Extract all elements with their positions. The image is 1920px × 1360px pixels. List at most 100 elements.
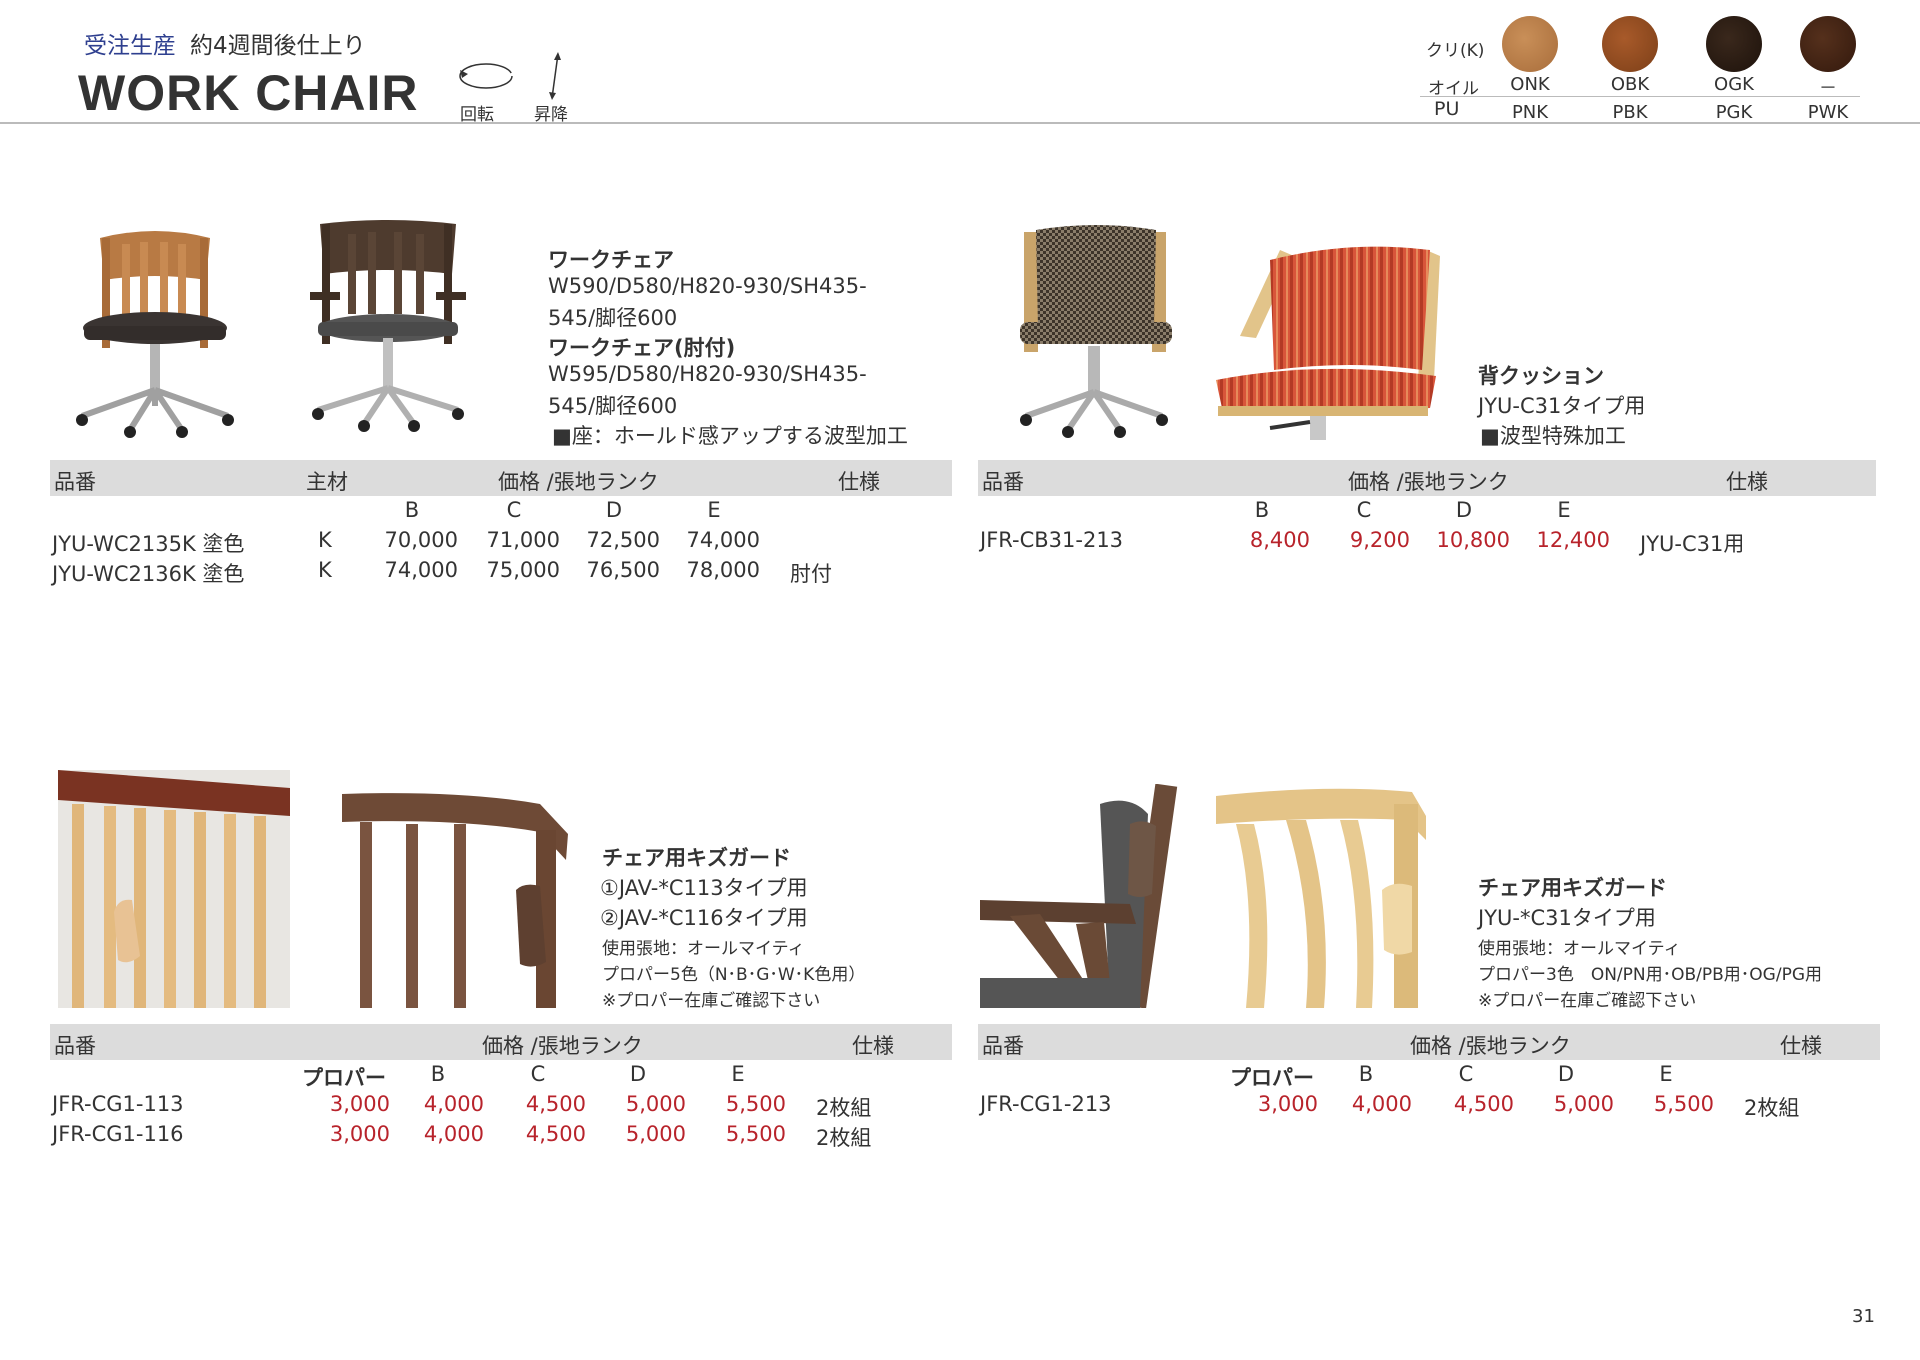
material: K bbox=[318, 528, 332, 552]
spec: 2枚組 bbox=[1744, 1096, 1800, 1120]
rank-b: B bbox=[404, 498, 420, 522]
price-d: 5,000 bbox=[1553, 1092, 1614, 1116]
page-number: 31 bbox=[1852, 1306, 1875, 1327]
finish-pu-label: PU bbox=[1434, 98, 1460, 120]
rank-d: D bbox=[1557, 1062, 1575, 1086]
price-e: 5,500 bbox=[725, 1092, 786, 1116]
col-price-header: 価格 /張地ランク bbox=[1410, 1034, 1571, 1058]
kids-guard-1-photo bbox=[58, 770, 290, 1008]
kids-guard-2-type: JYU-*C31タイプ用 bbox=[1478, 906, 1656, 930]
finish-swatch-ogk bbox=[1706, 16, 1762, 72]
col-spec-header: 仕様 bbox=[1726, 470, 1768, 494]
price-c: 71,000 bbox=[486, 528, 560, 552]
finish-pu-code: PBK bbox=[1612, 102, 1648, 123]
rank-d: D bbox=[629, 1062, 647, 1086]
kids-guard-2-note: ※プロパー在庫ご確認下さい bbox=[1478, 991, 1697, 1011]
rank-e: E bbox=[1659, 1062, 1673, 1086]
rank-b: B bbox=[430, 1062, 446, 1086]
rank-b: B bbox=[1254, 498, 1270, 522]
spec: JYU-C31用 bbox=[1640, 532, 1745, 556]
rotate-icon bbox=[459, 63, 513, 89]
spec: 2枚組 bbox=[816, 1126, 872, 1150]
work-chair-dims-2: 545/脚径600 bbox=[548, 306, 678, 330]
rank-d: D bbox=[1455, 498, 1473, 522]
col-material-header: 主材 bbox=[306, 470, 348, 494]
spec: 2枚組 bbox=[816, 1096, 872, 1120]
finish-oil-code: ONK bbox=[1510, 74, 1550, 95]
page-title: WORK CHAIR bbox=[78, 65, 419, 121]
kids-guard-2-photo bbox=[980, 784, 1200, 1008]
price-d: 10,800 bbox=[1436, 528, 1510, 552]
production-type: 受注生産 bbox=[84, 33, 176, 59]
col-price-header: 価格 /張地ランク bbox=[482, 1034, 643, 1058]
price-c: 9,200 bbox=[1349, 528, 1410, 552]
finish-pu-code: PGK bbox=[1715, 102, 1753, 123]
work-chair-arm-name: ワークチェア(肘付) bbox=[548, 336, 736, 360]
proper-header: プロパー bbox=[1230, 1066, 1314, 1090]
back-cushion-feature: ■波型特殊加工 bbox=[1480, 424, 1626, 448]
kids-guard-1-note: ※プロパー在庫ご確認下さい bbox=[602, 991, 821, 1011]
price-e: 74,000 bbox=[686, 528, 760, 552]
price-e: 5,500 bbox=[1653, 1092, 1714, 1116]
product-code: JYU-WC2135K 塗色 bbox=[52, 532, 245, 556]
price-b: 8,400 bbox=[1249, 528, 1310, 552]
price-c: 4,500 bbox=[1453, 1092, 1514, 1116]
price-b: 70,000 bbox=[384, 528, 458, 552]
rank-c: C bbox=[506, 498, 522, 522]
rank-c: C bbox=[1458, 1062, 1474, 1086]
finish-divider bbox=[1420, 96, 1860, 97]
work-chair-photo bbox=[76, 231, 234, 438]
finish-oil-code: OBK bbox=[1610, 74, 1650, 95]
price-b: 74,000 bbox=[384, 558, 458, 582]
rank-b: B bbox=[1358, 1062, 1374, 1086]
product-code: JFR-CB31-213 bbox=[980, 528, 1124, 552]
price-d: 72,500 bbox=[586, 528, 660, 552]
product-code: JFR-CG1-113 bbox=[52, 1092, 184, 1116]
col-code-header: 品番 bbox=[982, 470, 1024, 494]
col-spec-header: 仕様 bbox=[1780, 1034, 1822, 1058]
work-chair-arm-photo bbox=[310, 220, 466, 432]
kids-guard-2-detail-photo bbox=[1216, 780, 1446, 1008]
kids-guard-1-type-1: ①JAV-*C113タイプ用 bbox=[600, 876, 808, 900]
header-subtitle: 受注生産 約4週間後仕上り bbox=[84, 26, 366, 60]
kids-guard-1-name: チェア用キズガード bbox=[602, 846, 791, 870]
lift-icon bbox=[549, 52, 561, 100]
work-chair-feature: ■座：ホールド感アップする波型加工 bbox=[552, 424, 908, 448]
rank-d: D bbox=[605, 498, 623, 522]
kids-guard-1-fabric: 使用張地：オールマイティ bbox=[602, 939, 805, 959]
price-e: 78,000 bbox=[686, 558, 760, 582]
kids-guard-2-fabric: 使用張地：オールマイティ bbox=[1478, 939, 1681, 959]
price-d: 5,000 bbox=[625, 1092, 686, 1116]
material: K bbox=[318, 558, 332, 582]
price-d: 5,000 bbox=[625, 1122, 686, 1146]
price-c: 4,500 bbox=[525, 1092, 586, 1116]
rank-e: E bbox=[1557, 498, 1571, 522]
col-code-header: 品番 bbox=[54, 1034, 96, 1058]
work-chair-arm-dims: W595/D580/H820-930/SH435- bbox=[548, 362, 867, 386]
col-code-header: 品番 bbox=[982, 1034, 1024, 1058]
back-cushion-name: 背クッション bbox=[1478, 364, 1604, 388]
price-d: 76,500 bbox=[586, 558, 660, 582]
finish-swatch-onk bbox=[1502, 16, 1558, 72]
product-code: JFR-CG1-213 bbox=[980, 1092, 1112, 1116]
kids-guard-1-proper: プロパー5色（N･B･G･W･K色用） bbox=[602, 965, 866, 985]
price-c: 75,000 bbox=[486, 558, 560, 582]
back-cushion-chair-photo bbox=[1020, 225, 1172, 438]
price-c: 4,500 bbox=[525, 1122, 586, 1146]
lead-time: 約4週間後仕上り bbox=[190, 33, 366, 59]
price-b: 4,000 bbox=[1351, 1092, 1412, 1116]
finish-pu-code: PNK bbox=[1511, 102, 1549, 123]
finish-swatch-obk bbox=[1602, 16, 1658, 72]
col-code-header: 品番 bbox=[54, 470, 96, 494]
kids-guard-2-name: チェア用キズガード bbox=[1478, 876, 1667, 900]
price-e: 5,500 bbox=[725, 1122, 786, 1146]
back-cushion-photo bbox=[1216, 246, 1440, 440]
proper-header: プロパー bbox=[302, 1066, 386, 1090]
col-spec-header: 仕様 bbox=[852, 1034, 894, 1058]
back-cushion-type: JYU-C31タイプ用 bbox=[1478, 394, 1646, 418]
work-chair-dims: W590/D580/H820-930/SH435- bbox=[548, 274, 867, 298]
price-b: 4,000 bbox=[423, 1092, 484, 1116]
col-price-header: 価格 /張地ランク bbox=[1348, 470, 1509, 494]
work-chair-name: ワークチェア bbox=[548, 248, 674, 272]
work-chair-arm-dims-2: 545/脚径600 bbox=[548, 394, 678, 418]
